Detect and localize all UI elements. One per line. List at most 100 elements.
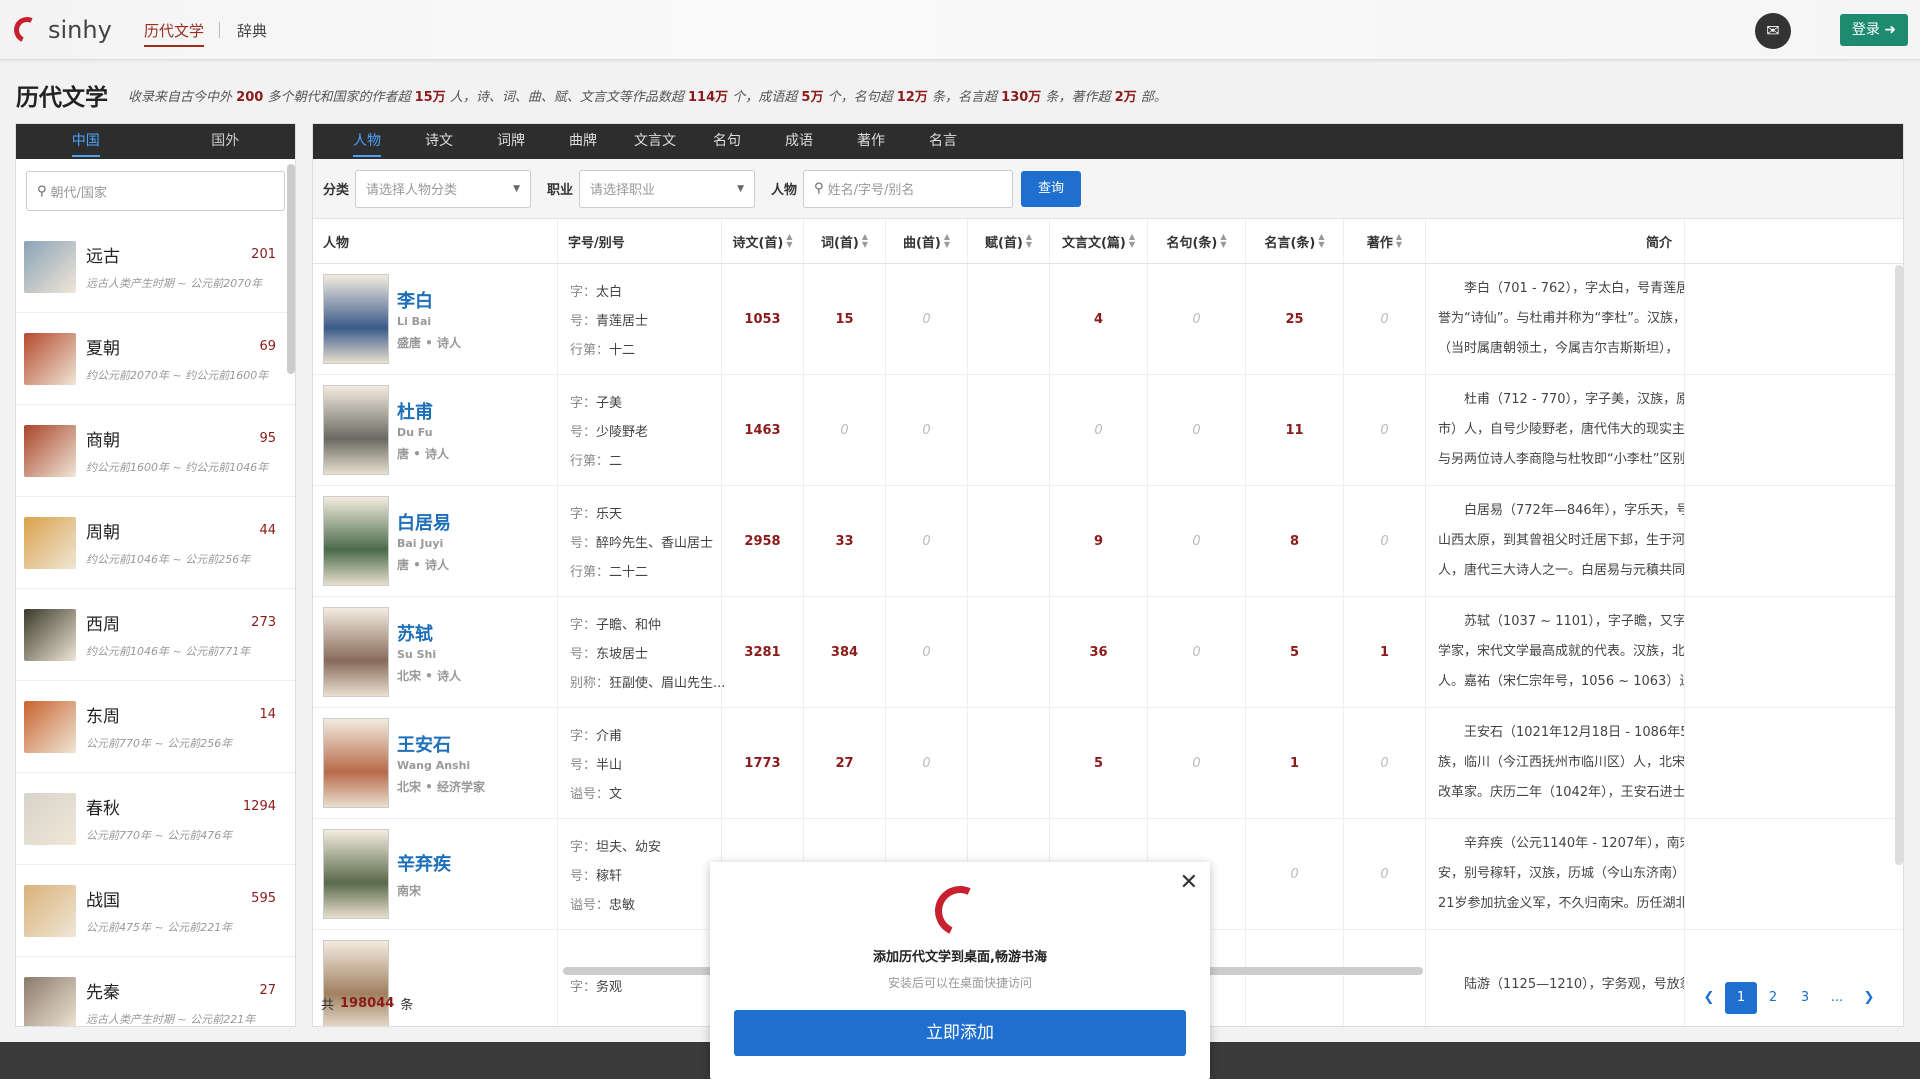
alias-value: 二 — [609, 453, 623, 469]
intro-line: 誉为“诗仙”。与杜甫并称为“李杜”。汉族，祖 — [1438, 311, 1685, 326]
nav-link-literature[interactable]: 历代文学 — [144, 20, 205, 47]
intro-cell: 李白（701 - 762），字太白，号青莲居誉为“诗仙”。与杜甫并称为“李杜”。… — [1426, 264, 1685, 374]
page-title: 历代文学 — [16, 85, 108, 111]
dynasty-item[interactable]: 西周 273 约公元前1046年 ~ 公元前771年 — [16, 589, 295, 681]
count-cell: 1463 — [722, 375, 804, 485]
author-portrait[interactable] — [323, 829, 389, 919]
add-to-desktop-button[interactable]: 立即添加 — [734, 1010, 1186, 1056]
chat-bubble-icon[interactable]: ✉ — [1755, 13, 1791, 49]
tab-2[interactable]: 词牌 — [475, 124, 547, 159]
person-cell[interactable]: 王安石 Wang Anshi 北宋 • 经济学家 — [313, 708, 558, 818]
author-name[interactable]: 王安石 — [397, 731, 485, 757]
column-header: 简介 — [1426, 219, 1685, 263]
tab-0[interactable]: 人物 — [331, 124, 403, 159]
prev-page-icon[interactable]: ❮ — [1693, 982, 1725, 1014]
page-4[interactable]: ... — [1821, 982, 1853, 1014]
person-cell[interactable]: 苏轼 Su Shi 北宋 • 诗人 — [313, 597, 558, 707]
alias-value: 文 — [609, 786, 623, 802]
alias-key: 号： — [570, 757, 597, 773]
author-name[interactable]: 杜甫 — [397, 398, 449, 424]
dynasty-item[interactable]: 先秦 27 远古人类产生时期 ~ 公元前221年 — [16, 957, 295, 1026]
tab-foreign[interactable]: 国外 — [156, 124, 296, 159]
column-header[interactable]: 名言(条) ▲ ▼ — [1246, 219, 1344, 263]
close-icon[interactable]: ✕ — [1180, 870, 1198, 895]
count-cell: 0 — [886, 264, 968, 374]
dynasty-name: 先秦 — [86, 983, 120, 1003]
dynasty-item[interactable]: 战国 595 公元前475年 ~ 公元前221年 — [16, 865, 295, 957]
author-portrait[interactable] — [323, 496, 389, 586]
dynasty-item[interactable]: 远古 201 远古人类产生时期 ~ 公元前2070年 — [16, 221, 295, 313]
author-name[interactable]: 李白 — [397, 287, 461, 313]
sort-icon: ▲ ▼ — [1128, 232, 1136, 249]
tab-label: 著作 — [857, 133, 885, 149]
login-button[interactable]: 登录 ➜ — [1840, 14, 1908, 46]
tab-7[interactable]: 著作 — [835, 124, 907, 159]
dynasty-item[interactable]: 东周 14 公元前770年 ~ 公元前256年 — [16, 681, 295, 773]
author-name[interactable]: 辛弃疾 — [397, 850, 451, 876]
count-cell: 1 — [1246, 708, 1344, 818]
person-label: 人物 — [771, 183, 798, 198]
column-header[interactable]: 曲(首) ▲ ▼ — [886, 219, 968, 263]
tab-5[interactable]: 名句 — [691, 124, 763, 159]
alias-value: 十二 — [609, 342, 636, 358]
popup-title: 添加历代文学到桌面,畅游书海 — [873, 950, 1047, 965]
dynasty-item[interactable]: 夏朝 69 约公元前2070年 ~ 约公元前1600年 — [16, 313, 295, 405]
category-select[interactable]: 请选择人物分类 ▼ — [355, 169, 532, 208]
author-dynasty: 唐 • 诗人 — [397, 447, 450, 461]
intro-line: 李白（701 - 762），字太白，号青莲居 — [1464, 281, 1685, 296]
next-page-icon[interactable]: ❯ — [1853, 982, 1885, 1014]
tab-8[interactable]: 名言 — [907, 124, 979, 159]
person-cell[interactable]: 杜甫 Du Fu 唐 • 诗人 — [313, 375, 558, 485]
dynasty-search-input[interactable]: ⚲ 朝代/国家 — [26, 171, 285, 211]
tab-china[interactable]: 中国 — [16, 124, 156, 159]
author-name[interactable]: 苏轼 — [397, 620, 461, 646]
dynasty-item[interactable]: 春秋 1294 公元前770年 ~ 公元前476年 — [16, 773, 295, 865]
tab-3[interactable]: 曲牌 — [547, 124, 619, 159]
column-header[interactable]: 文言文(篇) ▲ ▼ — [1050, 219, 1148, 263]
author-portrait[interactable] — [323, 718, 389, 808]
tab-6[interactable]: 成语 — [763, 124, 835, 159]
tab-4[interactable]: 文言文 — [619, 124, 691, 159]
author-portrait[interactable] — [323, 607, 389, 697]
column-header[interactable]: 诗文(首) ▲ ▼ — [722, 219, 804, 263]
person-cell[interactable]: 李白 Li Bai 盛唐 • 诗人 — [313, 264, 558, 374]
alias-key: 字： — [570, 728, 597, 744]
table-row: 白居易 Bai Juyi 唐 • 诗人 字：乐天 号：醉吟先生、香山居士 行第：二十二 29… — [313, 486, 1903, 597]
dynasty-item[interactable]: 周朝 44 约公元前1046年 ~ 公元前256年 — [16, 497, 295, 589]
person-search-input[interactable]: ⚲ 姓名/字号/别名 — [803, 169, 1014, 208]
author-pinyin: Du Fu — [397, 426, 433, 439]
query-button[interactable]: 查询 — [1021, 170, 1082, 207]
dynasty-item[interactable]: 商朝 95 约公元前1600年 ~ 约公元前1046年 — [16, 405, 295, 497]
dynasty-period: 约公元前2070年 ~ 约公元前1600年 — [86, 369, 269, 382]
column-label: 文言文(篇) — [1061, 235, 1126, 251]
column-header[interactable]: 赋(首) ▲ ▼ — [968, 219, 1050, 263]
dynasty-count: 273 — [251, 615, 276, 630]
sort-icon: ▲ ▼ — [861, 232, 869, 249]
sidebar-scrollbar[interactable] — [287, 164, 295, 374]
tab-label: 词牌 — [497, 133, 525, 149]
column-header[interactable]: 词(首) ▲ ▼ — [804, 219, 886, 263]
column-header[interactable]: 名句(条) ▲ ▼ — [1148, 219, 1246, 263]
page-1[interactable]: 1 — [1725, 982, 1757, 1014]
intro-line: 王安石（1021年12月18日 - 1086年5月 — [1464, 725, 1685, 740]
page-3[interactable]: 3 — [1789, 982, 1821, 1014]
site-logo[interactable]: sinhy — [10, 13, 112, 47]
author-name[interactable]: 白居易 — [397, 509, 451, 535]
alias-line: 别称：狂副使、眉山先生... — [570, 672, 725, 691]
author-pinyin: Li Bai — [397, 315, 432, 328]
tab-1[interactable]: 诗文 — [403, 124, 475, 159]
vertical-scrollbar[interactable] — [1895, 265, 1903, 865]
person-cell[interactable]: 白居易 Bai Juyi 唐 • 诗人 — [313, 486, 558, 596]
dynasty-count: 27 — [259, 983, 276, 998]
author-portrait[interactable] — [323, 274, 389, 364]
intro-line: 学家，宋代文学最高成就的代表。汉族，北 — [1438, 644, 1685, 659]
job-select[interactable]: 请选择职业 ▼ — [579, 169, 756, 208]
author-portrait[interactable] — [323, 385, 389, 475]
count-cell: 1773 — [722, 708, 804, 818]
column-header[interactable]: 著作 ▲ ▼ — [1344, 219, 1426, 263]
nav-link-dictionary[interactable]: 辞典 — [237, 20, 267, 41]
dynasty-name: 东周 — [86, 707, 120, 727]
dynasty-period: 约公元前1600年 ~ 约公元前1046年 — [86, 461, 269, 474]
person-cell[interactable]: 辛弃疾 南宋 — [313, 819, 558, 929]
page-2[interactable]: 2 — [1757, 982, 1789, 1014]
